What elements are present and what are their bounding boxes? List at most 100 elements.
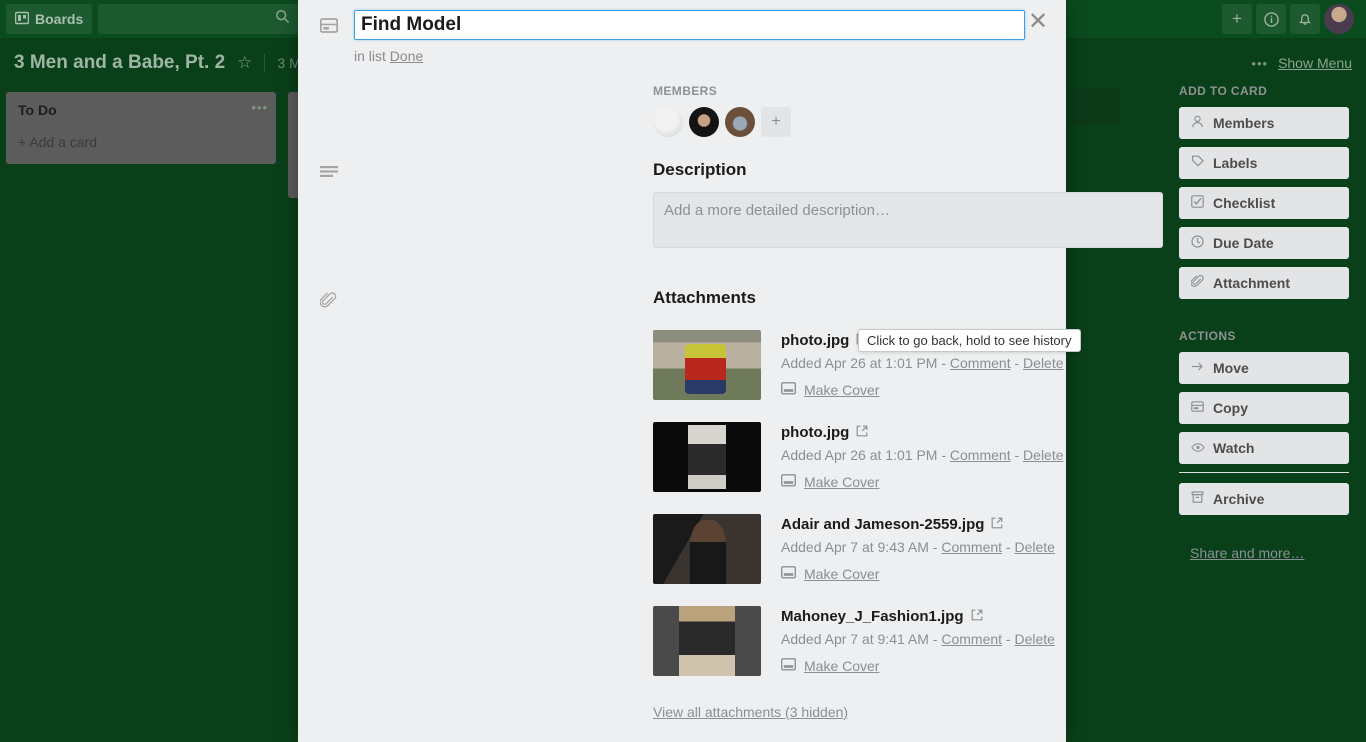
boards-button[interactable]: Boards bbox=[6, 4, 93, 34]
card-icon bbox=[319, 18, 339, 39]
attachment-thumbnail[interactable] bbox=[653, 514, 761, 584]
sidebar-watch-label: Watch bbox=[1213, 440, 1255, 456]
paperclip-icon bbox=[1190, 275, 1204, 291]
star-icon[interactable]: ☆ bbox=[237, 53, 252, 73]
sidebar-watch-button[interactable]: Watch bbox=[1179, 432, 1349, 464]
board-header-right: ••• Show Menu bbox=[1251, 55, 1352, 71]
external-link-icon[interactable] bbox=[971, 609, 983, 624]
board-list-todo[interactable]: To Do ••• + Add a card bbox=[6, 92, 276, 164]
show-menu-link[interactable]: Show Menu bbox=[1278, 55, 1352, 71]
make-cover-row: Make Cover bbox=[780, 474, 1064, 490]
board-icon bbox=[14, 11, 30, 28]
members-row: + bbox=[653, 107, 791, 137]
attachment-added-line: Added Apr 7 at 9:43 AM - Comment - Delet… bbox=[781, 539, 1055, 555]
sidebar-members-button[interactable]: Members bbox=[1179, 107, 1349, 139]
card-title-input[interactable] bbox=[354, 10, 1025, 40]
separator: - bbox=[1014, 355, 1020, 371]
attachment-row: photo.jpg Added Apr 26 at 1:01 PM - Comm… bbox=[653, 422, 1173, 492]
make-cover-link[interactable]: Make Cover bbox=[804, 474, 879, 490]
attachment-delete-link[interactable]: Delete bbox=[1014, 539, 1054, 555]
sidebar-labels-button[interactable]: Labels bbox=[1179, 147, 1349, 179]
make-cover-link[interactable]: Make Cover bbox=[804, 382, 879, 398]
sidebar-move-label: Move bbox=[1213, 360, 1249, 376]
attachment-name: Mahoney_J_Fashion1.jpg bbox=[781, 608, 1055, 625]
sidebar-attachment-label: Attachment bbox=[1213, 275, 1291, 291]
member-avatar-3[interactable] bbox=[725, 107, 755, 137]
members-label: MEMBERS bbox=[653, 84, 718, 98]
archive-icon bbox=[1191, 491, 1204, 507]
eye-icon bbox=[1191, 441, 1205, 456]
member-avatar-1[interactable] bbox=[653, 107, 683, 137]
cover-icon bbox=[780, 382, 797, 398]
members-section: MEMBERS + bbox=[653, 84, 791, 137]
sidebar-copy-button[interactable]: Copy bbox=[1179, 392, 1349, 424]
close-icon[interactable]: ✕ bbox=[1025, 8, 1051, 35]
separator: - bbox=[941, 447, 947, 463]
description-input[interactable]: Add a more detailed description… bbox=[653, 192, 1163, 248]
list-menu-icon[interactable]: ••• bbox=[251, 100, 268, 115]
sidebar-archive-label: Archive bbox=[1213, 491, 1265, 507]
attachment-name: photo.jpg bbox=[781, 424, 1064, 441]
separator: - bbox=[1005, 631, 1011, 647]
sidebar-copy-label: Copy bbox=[1213, 400, 1248, 416]
paperclip-icon bbox=[319, 292, 337, 314]
make-cover-link[interactable]: Make Cover bbox=[804, 658, 879, 674]
sidebar-labels-label: Labels bbox=[1213, 155, 1258, 171]
bell-icon[interactable] bbox=[1290, 4, 1320, 34]
cover-icon bbox=[780, 658, 797, 674]
attachment-meta: Adair and Jameson-2559.jpg Added Apr 7 a… bbox=[780, 514, 1055, 584]
attachment-delete-link[interactable]: Delete bbox=[1023, 447, 1063, 463]
description-section: Description Add a more detailed descript… bbox=[653, 160, 1163, 248]
ellipsis-icon[interactable]: ••• bbox=[1251, 56, 1268, 71]
attachment-thumbnail[interactable] bbox=[653, 330, 761, 400]
make-cover-link[interactable]: Make Cover bbox=[804, 566, 879, 582]
attachment-added-date: Added Apr 26 at 1:01 PM bbox=[781, 355, 938, 371]
sidebar-archive-button[interactable]: Archive bbox=[1179, 483, 1349, 515]
user-avatar[interactable] bbox=[1324, 4, 1354, 34]
cover-icon bbox=[780, 474, 797, 490]
separator: - bbox=[932, 539, 938, 555]
view-all-attachments-link[interactable]: View all attachments (3 hidden) bbox=[653, 704, 848, 720]
share-and-more-link[interactable]: Share and more… bbox=[1190, 545, 1304, 561]
board-title: 3 Men and a Babe, Pt. 2 bbox=[14, 52, 226, 73]
attachment-comment-link[interactable]: Comment bbox=[950, 447, 1011, 463]
member-avatar-2[interactable] bbox=[689, 107, 719, 137]
attachment-filename[interactable]: photo.jpg bbox=[781, 424, 849, 441]
attachment-filename[interactable]: Mahoney_J_Fashion1.jpg bbox=[781, 608, 964, 625]
sidebar-checklist-button[interactable]: Checklist bbox=[1179, 187, 1349, 219]
attachment-filename[interactable]: Adair and Jameson-2559.jpg bbox=[781, 516, 984, 533]
attachment-delete-link[interactable]: Delete bbox=[1014, 631, 1054, 647]
copy-icon bbox=[1191, 400, 1204, 416]
in-list-name-link[interactable]: Done bbox=[390, 48, 423, 64]
plus-icon[interactable]: + bbox=[1222, 4, 1252, 34]
sidebar-due-date-button[interactable]: Due Date bbox=[1179, 227, 1349, 259]
card-title-area: in list Done bbox=[354, 10, 1025, 64]
sidebar-due-date-label: Due Date bbox=[1213, 235, 1274, 251]
search-field[interactable] bbox=[98, 4, 299, 34]
add-member-button[interactable]: + bbox=[761, 107, 791, 137]
attachment-filename[interactable]: photo.jpg bbox=[781, 332, 849, 349]
in-list-prefix: in list bbox=[354, 48, 386, 64]
info-icon[interactable] bbox=[1256, 4, 1286, 34]
attachment-comment-link[interactable]: Comment bbox=[941, 539, 1002, 555]
attachment-delete-link[interactable]: Delete bbox=[1023, 355, 1063, 371]
separator: - bbox=[1005, 539, 1011, 555]
sidebar-checklist-label: Checklist bbox=[1213, 195, 1276, 211]
external-link-icon[interactable] bbox=[991, 517, 1003, 532]
attachment-thumbnail[interactable] bbox=[653, 606, 761, 676]
sidebar-move-button[interactable]: Move bbox=[1179, 352, 1349, 384]
add-card-button[interactable]: + Add a card bbox=[14, 128, 268, 160]
list-header: To Do ••• bbox=[14, 100, 268, 128]
in-list-line: in list Done bbox=[354, 48, 1006, 64]
separator: - bbox=[1014, 447, 1020, 463]
attachment-thumbnail[interactable] bbox=[653, 422, 761, 492]
board-list-behind-modal[interactable] bbox=[1070, 88, 1120, 125]
boards-label: Boards bbox=[35, 11, 84, 27]
sidebar-attachment-button[interactable]: Attachment bbox=[1179, 267, 1349, 299]
external-link-icon[interactable] bbox=[856, 425, 868, 440]
card-detail-modal: ✕ in list Done MEMBERS + Description bbox=[298, 0, 1349, 742]
attachment-comment-link[interactable]: Comment bbox=[941, 631, 1002, 647]
attachment-comment-link[interactable]: Comment bbox=[950, 355, 1011, 371]
attachment-added-line: Added Apr 26 at 1:01 PM - Comment - Dele… bbox=[781, 447, 1064, 463]
arrow-right-icon bbox=[1191, 360, 1204, 376]
